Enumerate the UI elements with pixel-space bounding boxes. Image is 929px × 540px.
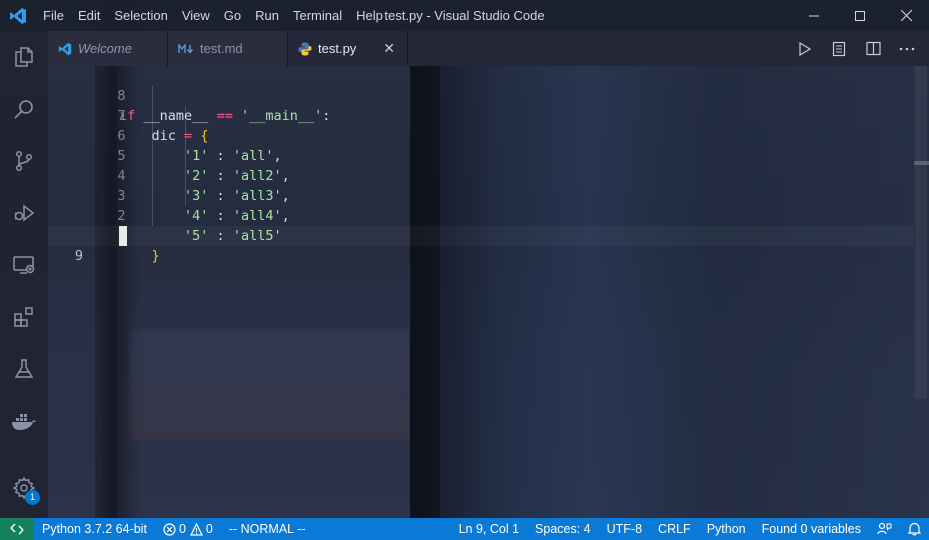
menu-go[interactable]: Go — [217, 0, 248, 31]
indentation[interactable]: Spaces: 4 — [527, 518, 599, 540]
source-control-icon[interactable] — [0, 135, 48, 187]
close-icon — [900, 10, 912, 21]
menu-bar: File Edit Selection View Go Run Terminal… — [36, 0, 390, 31]
variables-status[interactable]: Found 0 variables — [754, 518, 869, 540]
settings-gear-icon[interactable]: 1 — [0, 462, 48, 514]
menu-file[interactable]: File — [36, 0, 71, 31]
code-line: 2 '5' : 'all5' — [48, 186, 914, 244]
open-preview-icon[interactable] — [829, 41, 849, 57]
tab-label: Welcome — [78, 41, 132, 56]
python-icon — [298, 42, 312, 56]
code-line: 5 '2' : 'all2', — [48, 126, 914, 184]
tab-label: test.md — [200, 41, 243, 56]
tab-test-md[interactable]: test.md — [168, 31, 288, 66]
tab-close-icon[interactable]: ✕ — [383, 40, 395, 57]
code-line: 3 '4' : 'all4', — [48, 166, 914, 224]
menu-edit[interactable]: Edit — [71, 0, 107, 31]
close-window-button[interactable] — [883, 0, 929, 31]
language-mode[interactable]: Python — [699, 518, 754, 540]
code-editor[interactable]: 8 if __name__ == '__main__': 7 dic = { 6… — [48, 66, 914, 518]
code-line: 8 if __name__ == '__main__': — [48, 66, 914, 124]
minimize-button[interactable] — [791, 0, 837, 31]
minimize-icon — [809, 15, 819, 16]
status-bar: Python 3.7.2 64-bit 0 0 -- NORMAL -- Ln … — [0, 518, 929, 540]
warning-count: 0 — [205, 522, 213, 536]
docker-icon[interactable] — [0, 395, 48, 447]
python-interpreter[interactable]: Python 3.7.2 64-bit — [34, 518, 155, 540]
maximize-button[interactable] — [837, 0, 883, 31]
scrollbar-cursor-marker — [914, 161, 929, 165]
tab-welcome[interactable]: Welcome — [48, 31, 168, 66]
line-number: 9 — [74, 248, 83, 264]
markdown-icon — [178, 43, 194, 54]
end-of-line[interactable]: CRLF — [650, 518, 699, 540]
split-editor-icon[interactable] — [863, 41, 883, 56]
run-file-icon[interactable] — [795, 41, 815, 56]
vscode-logo-icon[interactable] — [0, 0, 36, 31]
menu-terminal[interactable]: Terminal — [286, 0, 349, 31]
maximize-icon — [855, 10, 865, 21]
brace: } — [151, 248, 160, 264]
window-controls — [791, 0, 929, 31]
code-line: 6 '1' : 'all', — [48, 106, 914, 164]
remote-icon — [10, 523, 24, 535]
code-line: 1 } — [48, 206, 914, 264]
line-content: } — [119, 246, 160, 266]
text-cursor — [119, 226, 127, 246]
encoding[interactable]: UTF-8 — [599, 518, 650, 540]
extensions-icon[interactable] — [0, 291, 48, 343]
testing-icon[interactable] — [0, 343, 48, 395]
warning-icon — [189, 522, 203, 536]
error-icon — [163, 522, 176, 536]
cursor-position[interactable]: Ln 9, Col 1 — [451, 518, 527, 540]
title-bar: File Edit Selection View Go Run Terminal… — [0, 0, 929, 31]
menu-help[interactable]: Help — [349, 0, 390, 31]
tab-test-py[interactable]: test.py ✕ — [288, 31, 408, 66]
run-debug-icon[interactable] — [0, 187, 48, 239]
current-line: 9 — [48, 226, 914, 264]
status-bar-right: Ln 9, Col 1 Spaces: 4 UTF-8 CRLF Python … — [451, 518, 929, 540]
problems-indicator[interactable]: 0 0 — [155, 518, 221, 540]
explorer-icon[interactable] — [0, 31, 48, 83]
vscode-icon — [58, 42, 72, 56]
search-icon[interactable] — [0, 83, 48, 135]
settings-badge: 1 — [25, 490, 40, 505]
editor-actions — [795, 31, 917, 66]
menu-view[interactable]: View — [175, 0, 217, 31]
notifications-bell-icon[interactable] — [900, 518, 929, 540]
error-count: 0 — [178, 522, 186, 536]
code-line: 4 '3' : 'all3', — [48, 146, 914, 204]
editor-scrollbar[interactable] — [915, 66, 927, 399]
vim-mode: -- NORMAL -- — [228, 522, 306, 536]
code-line: 7 dic = { — [48, 86, 914, 144]
remote-indicator[interactable] — [0, 518, 34, 540]
activity-bottom: 1 — [0, 462, 48, 514]
menu-run[interactable]: Run — [248, 0, 286, 31]
menu-selection[interactable]: Selection — [107, 0, 174, 31]
feedback-icon[interactable] — [869, 518, 900, 540]
activity-bar: 1 — [0, 31, 48, 518]
tab-label: test.py — [318, 41, 357, 56]
more-actions-icon[interactable] — [897, 47, 917, 51]
tab-bar: Welcome test.md test.py ✕ — [48, 31, 929, 66]
